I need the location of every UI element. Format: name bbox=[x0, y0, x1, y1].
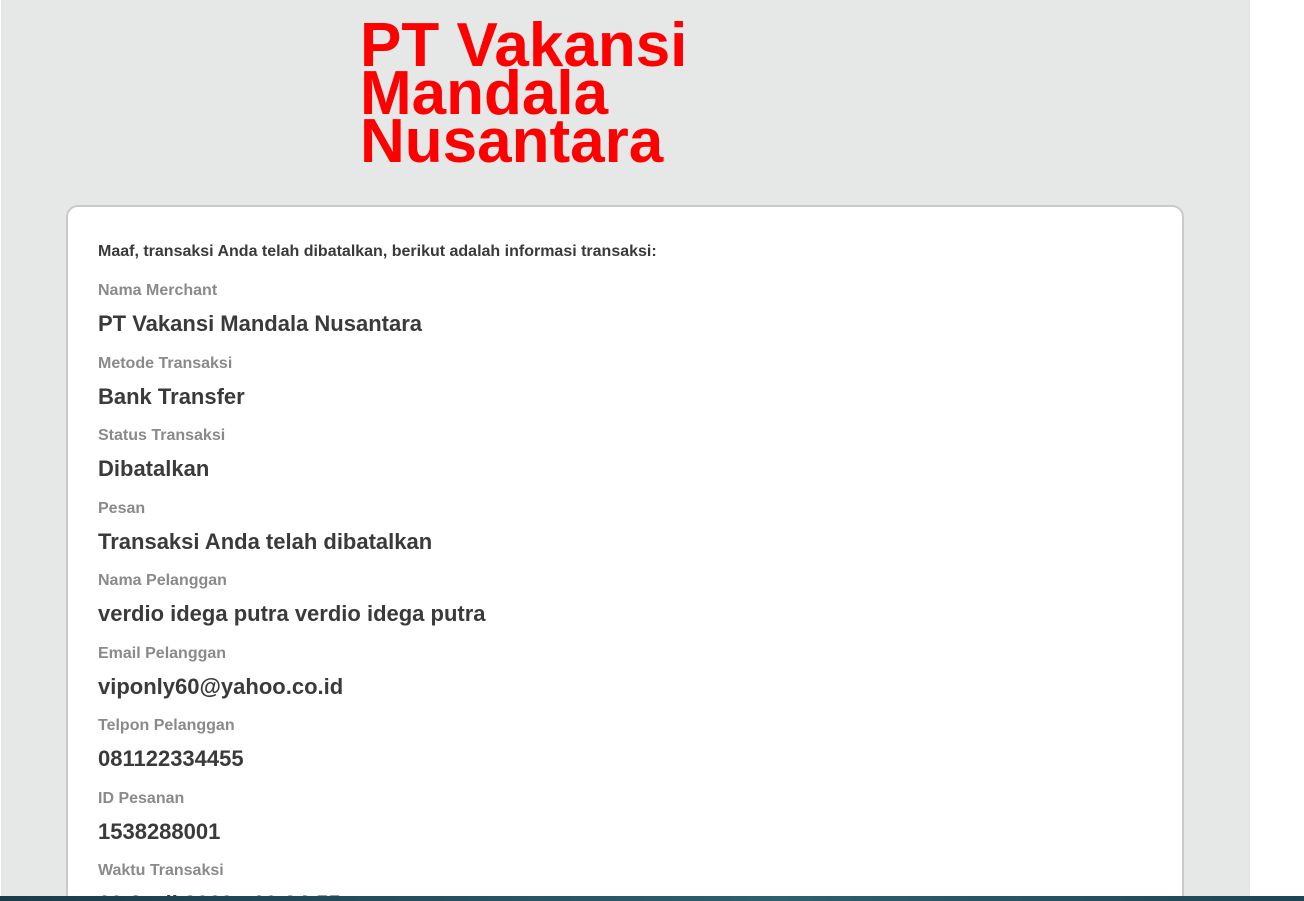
customer-email-label: Email Pelanggan bbox=[98, 645, 227, 662]
transaction-status-label: Status Transaksi bbox=[98, 427, 226, 444]
customer-phone-value: 081122334455 bbox=[98, 746, 244, 771]
window-bottom-edge bbox=[0, 896, 1304, 901]
logo-line-3: Nusantara bbox=[360, 107, 664, 176]
transaction-status-value: Dibatalkan bbox=[98, 456, 210, 481]
merchant-name-value: PT Vakansi Mandala Nusantara bbox=[98, 311, 423, 336]
customer-email-value: viponly60@yahoo.co.id bbox=[98, 674, 344, 699]
merchant-name-label: Nama Merchant bbox=[98, 282, 218, 299]
transaction-method-label: Metode Transaksi bbox=[98, 355, 233, 372]
customer-phone-label: Telpon Pelanggan bbox=[98, 717, 235, 734]
message-label: Pesan bbox=[98, 500, 146, 517]
transaction-method-value: Bank Transfer bbox=[98, 384, 245, 409]
merchant-logo: PT Vakansi Mandala Nusantara bbox=[360, 15, 780, 176]
cancellation-message: Maaf, transaksi Anda telah dibatalkan, b… bbox=[98, 243, 657, 260]
order-id-label: ID Pesanan bbox=[98, 790, 185, 807]
customer-name-label: Nama Pelanggan bbox=[98, 572, 227, 589]
transaction-time-label: Waktu Transaksi bbox=[98, 862, 224, 879]
customer-name-value: verdio idega putra verdio idega putra bbox=[98, 601, 486, 626]
transaction-info-card: Maaf, transaksi Anda telah dibatalkan, b… bbox=[66, 205, 1184, 901]
order-id-value: 1538288001 bbox=[98, 819, 221, 844]
page: PT Vakansi Mandala Nusantara Maaf, trans… bbox=[0, 0, 1304, 901]
message-value: Transaksi Anda telah dibatalkan bbox=[98, 529, 433, 554]
